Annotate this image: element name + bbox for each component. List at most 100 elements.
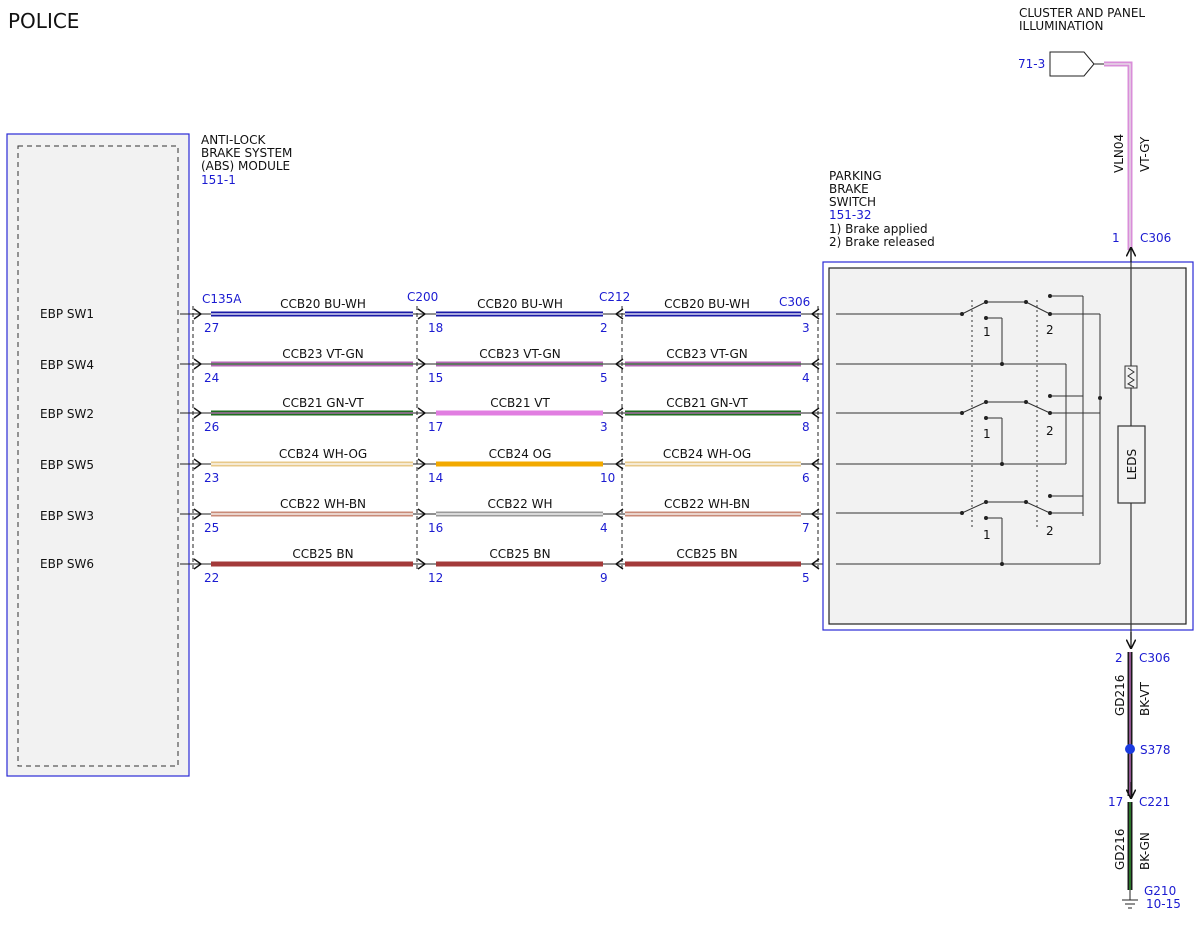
splice-s378	[1125, 744, 1135, 754]
pin-number: 10	[600, 471, 615, 485]
pin-number: 3	[600, 420, 608, 434]
pin-number: 9	[600, 571, 608, 585]
wire-label: CCB24 OG	[489, 447, 552, 461]
led-resistor	[1124, 365, 1138, 389]
wire-label: CCB24 WH-OG	[663, 447, 751, 461]
wire-label: CCB21 GN-VT	[282, 396, 364, 410]
pin-number: 22	[204, 571, 219, 585]
ground-symbol-icon	[1122, 899, 1138, 909]
pin-number: 14	[428, 471, 443, 485]
gd216-seg1-color: BK-VT	[1138, 681, 1152, 716]
wire-label: CCB24 WH-OG	[279, 447, 367, 461]
pin-number: 25	[204, 521, 219, 535]
abs-pin-1: EBP SW1	[40, 307, 94, 321]
pin-number: 23	[204, 471, 219, 485]
pin-number: 12	[428, 571, 443, 585]
circuit-row: CCB25 BNCCB25 BNCCB25 BN221295SW6	[180, 547, 865, 585]
parking-brake-switch: PARKING BRAKE SWITCH 151-32 1) Brake app…	[822, 169, 1194, 640]
pin-number: 15	[428, 371, 443, 385]
pin-number: 18	[428, 321, 443, 335]
circuit-row: CCB24 WH-OGCCB24 OGCCB24 WH-OG2314106SW5	[180, 447, 865, 485]
abs-module-ref: 151-1	[201, 173, 236, 187]
pbs-pos2-a: 2	[1046, 323, 1054, 337]
cluster-circuit: VLN04	[1112, 134, 1126, 173]
pbs-pos1-b: 1	[983, 427, 991, 441]
ground-c221-pin: 17	[1108, 795, 1123, 809]
circuit-row: CCB21 GN-VTCCB21 VTCCB21 GN-VT261738SW2	[180, 396, 865, 434]
pbs-note-1: 1) Brake applied	[829, 222, 928, 236]
gd216-seg2-color: BK-GN	[1138, 832, 1152, 870]
connector-c135a: C135A	[202, 292, 242, 306]
pbs-ref: 151-32	[829, 208, 872, 222]
cluster-color-code: VT-GY	[1138, 136, 1152, 172]
wire-label: CCB22 WH-BN	[664, 497, 750, 511]
ground-c306: C306	[1139, 651, 1170, 665]
connector-lines	[192, 306, 819, 572]
circuit-row: CCB20 BU-WHCCB20 BU-WHCCB20 BU-WH271823S…	[180, 297, 865, 335]
pin-number: 17	[428, 420, 443, 434]
abs-module-title-2: BRAKE SYSTEM	[201, 146, 292, 160]
cluster-title-2: ILLUMINATION	[1019, 19, 1104, 33]
abs-pin-5: EBP SW3	[40, 509, 94, 523]
cluster-ref: 71-3	[1018, 57, 1045, 71]
wire-label: CCB21 GN-VT	[666, 396, 748, 410]
pin-number: 4	[600, 521, 608, 535]
pin-number: 7	[802, 521, 810, 535]
pin-number: 6	[802, 471, 810, 485]
ground-path: 2 C306 GD216 BK-VT S378 17 C221 GD216 BK…	[1108, 632, 1181, 911]
pin-number: 5	[600, 371, 608, 385]
pbs-pos1-a: 1	[983, 325, 991, 339]
abs-module-outer	[6, 133, 190, 777]
ground-ref: 10-15	[1146, 897, 1181, 911]
abs-module-title-1: ANTI-LOCK	[201, 133, 266, 147]
page-title: POLICE	[8, 9, 79, 33]
wire-label: CCB25 BN	[489, 547, 550, 561]
pin-number: 2	[600, 321, 608, 335]
wire-label: CCB25 BN	[292, 547, 353, 561]
gd216-seg1-circuit: GD216	[1113, 675, 1127, 716]
wire-label: CCB22 WH-BN	[280, 497, 366, 511]
cluster-connector-shape	[1049, 51, 1095, 77]
abs-pin-2: EBP SW4	[40, 358, 94, 372]
wire-label: CCB20 BU-WH	[280, 297, 366, 311]
pbs-pos1-c: 1	[983, 528, 991, 542]
abs-module: ANTI-LOCK BRAKE SYSTEM (ABS) MODULE 151-…	[6, 133, 292, 777]
wire-label: CCB21 VT	[490, 396, 550, 410]
pin-number: 24	[204, 371, 219, 385]
pbs-title-2: BRAKE	[829, 182, 869, 196]
splice-label: S378	[1140, 743, 1171, 757]
pbs-title-1: PARKING	[829, 169, 882, 183]
connector-c306: C306	[779, 295, 810, 309]
wire-label: CCB23 VT-GN	[666, 347, 748, 361]
cluster-illumination: CLUSTER AND PANEL ILLUMINATION 71-3 VLN0…	[1018, 6, 1171, 262]
abs-pin-3: EBP SW2	[40, 407, 94, 421]
wire-label: CCB20 BU-WH	[664, 297, 750, 311]
wire-label: CCB23 VT-GN	[479, 347, 561, 361]
connector-c200: C200	[407, 290, 438, 304]
pbs-pos2-b: 2	[1046, 424, 1054, 438]
abs-pin-6: EBP SW6	[40, 557, 94, 571]
pin-number: 5	[802, 571, 810, 585]
circuits: CCB20 BU-WHCCB20 BU-WHCCB20 BU-WH271823S…	[180, 297, 865, 585]
led-label: LEDS	[1125, 449, 1139, 480]
cluster-connector: C306	[1140, 231, 1171, 245]
pbs-pos2-c: 2	[1046, 524, 1054, 538]
cluster-pin: 1	[1112, 231, 1120, 245]
wire-label: CCB23 VT-GN	[282, 347, 364, 361]
pin-number: 16	[428, 521, 443, 535]
circuit-row: CCB23 VT-GNCCB23 VT-GNCCB23 VT-GN241554S…	[180, 347, 865, 385]
abs-pin-4: EBP SW5	[40, 458, 94, 472]
pbs-title-3: SWITCH	[829, 195, 876, 209]
pin-number: 27	[204, 321, 219, 335]
wiring-diagram: POLICE ANTI-LOCK BRAKE SYSTEM (ABS) MODU…	[6, 6, 1194, 911]
wire-label: CCB25 BN	[676, 547, 737, 561]
gd216-seg2-circuit: GD216	[1113, 829, 1127, 870]
pin-number: 26	[204, 420, 219, 434]
ground-c306-pin: 2	[1115, 651, 1123, 665]
cluster-title-1: CLUSTER AND PANEL	[1019, 6, 1145, 20]
wire-label: CCB22 WH	[488, 497, 553, 511]
abs-module-title-3: (ABS) MODULE	[201, 159, 290, 173]
wire-label: CCB20 BU-WH	[477, 297, 563, 311]
pbs-note-2: 2) Brake released	[829, 235, 935, 249]
circuit-row: CCB22 WH-BNCCB22 WHCCB22 WH-BN251647SW3	[180, 497, 865, 535]
